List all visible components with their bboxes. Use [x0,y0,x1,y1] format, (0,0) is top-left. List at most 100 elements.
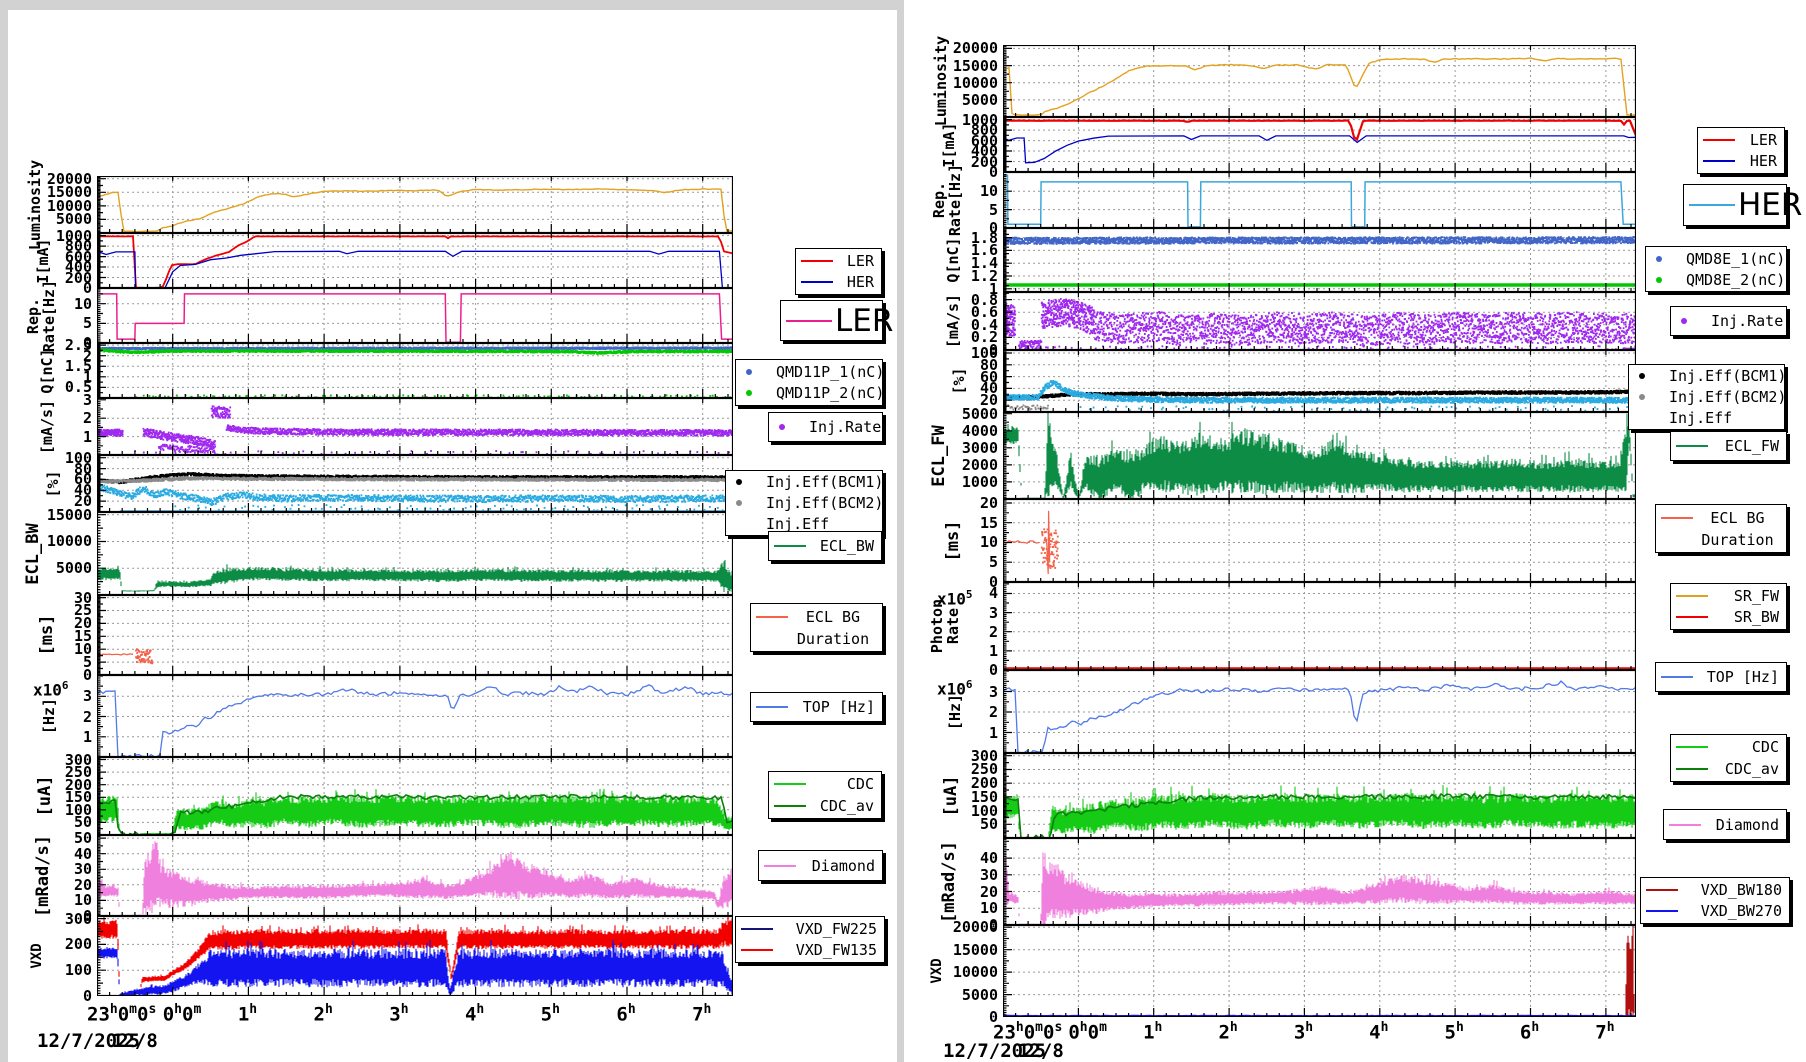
ytick-vxd-right: 15000 [938,942,998,958]
panel-charge-left [97,343,733,398]
ytick-cdc-right: 300 [938,748,998,764]
legend-entry: VXD_BW270 [1643,901,1787,923]
panel-injrate-right [1003,292,1636,350]
legend-line-marker [771,535,809,557]
ylabel-diamond-left: [mRad/s] [35,835,51,917]
panel-cdc-left [97,757,733,835]
xaxis-time-number: 1 [1143,1021,1154,1043]
legend-label: LER [835,303,898,339]
ylabel-cdc-right: [uA] [943,775,959,816]
panel-vxd-left [97,916,733,996]
xaxis-time-unit: h [325,1002,333,1017]
legend-left-1: LER [780,300,883,341]
ylabel-diamond-right: [mRad/s] [941,841,957,923]
legend-entry: LER [1700,129,1782,151]
xaxis-label-right-3: 2h [1218,1020,1237,1043]
legend-line-marker [738,940,776,962]
legend-entry: SR_BW [1673,607,1784,629]
legend-label: Diamond [1704,816,1784,834]
legend-dot-marker [738,361,776,383]
legend-label: SR_BW [1711,608,1784,626]
xaxis-time-unit: h [476,1002,484,1017]
xaxis-time-unit: h [1456,1020,1464,1035]
legend-right-9: CDCCDC_av [1670,734,1787,782]
axis-power-label-photon-right: x105 [937,588,973,608]
xaxis-time-number: 0 [182,1003,193,1025]
legend-label: Inj.Eff(BCM1) [766,473,888,491]
legend-line-marker [1666,814,1704,836]
power-exponent: 6 [62,679,69,692]
legend-label: Inj.Rate [1711,312,1788,330]
legend-left-6: ECL BGDuration [750,603,883,652]
ylabel-injeff-right: [%] [951,367,967,394]
legend-entry: HER [1686,186,1784,224]
panel-injrate-left [97,398,733,455]
xaxis-time-unit: s [148,1002,156,1017]
panel-diamond-left [97,835,733,916]
legend-line-marker [771,795,809,817]
xaxis-time-unit: s [1054,1020,1062,1035]
legend-label: QMD8E_1(nC) [1686,250,1790,268]
power-base: x10 [937,679,966,698]
legend-no-marker [728,513,766,534]
legend-right-6: ECL BGDuration [1655,504,1787,553]
xaxis-label-right-8: 7h [1595,1020,1614,1043]
xaxis-time-number: 4 [465,1003,476,1025]
xaxis-time-number: 0 [1088,1021,1099,1043]
xaxis-time-number: 0 [118,1003,129,1025]
xaxis-time-unit: m [1035,1020,1043,1035]
legend-label: Inj.Eff [766,515,880,533]
legend-entry: VXD_BW180 [1643,879,1787,901]
legend-right-2: QMD8E_1(nC)QMD8E_2(nC) [1645,246,1787,292]
legend-line-marker [753,606,791,628]
xaxis-label-right-4: 3h [1294,1020,1313,1043]
legend-line-marker [738,918,776,940]
legend-line-marker [798,250,836,272]
ytick-ecl_fw-right: 5000 [938,406,998,422]
legend-right-1: HER [1683,184,1787,226]
panel-photon-right [1003,582,1636,670]
legend-entry: QMD8E_1(nC) [1648,248,1784,269]
xaxis-time-unit: m [193,1002,201,1017]
legend-label: Duration [1696,531,1784,549]
xaxis-label-left-7: 6h [616,1002,635,1025]
legend-entry: Inj.Eff(BCM2) [1631,387,1782,408]
legend-label: QMD11P_2(nC) [776,384,889,402]
legend-label: TOP [Hz] [1696,668,1784,686]
panel-cdc-right [1003,753,1636,838]
legend-entry: CDC_av [1673,758,1784,780]
legend-no-marker [1631,407,1669,428]
legend-entry: CDC [771,773,879,795]
legend-dot-marker [1648,269,1686,290]
legend-entry: HER [1700,151,1782,173]
legend-label: HER [836,273,879,291]
legend-label: VXD_BW270 [1681,902,1787,920]
legend-line-marker [1700,129,1738,151]
legend-line-marker [1658,666,1696,688]
ylabel-duration-right: [ms] [945,520,961,561]
legend-dot-marker [728,472,766,493]
panel-current-left [97,233,733,288]
legend-label: Inj.Eff(BCM1) [1669,367,1791,385]
ytick-vxd-right: 5000 [938,987,998,1003]
legend-left-10: VXD_FW225VXD_FW135 [735,916,885,963]
legend-entry: Diamond [1666,814,1784,836]
legend-entry: Inj.Rate [771,416,880,438]
xaxis-time-number: 7 [1595,1021,1606,1043]
ytick-vxd-right: 10000 [938,964,998,980]
xaxis-label-left-4: 3h [389,1002,408,1025]
power-base: x10 [33,680,62,699]
panel-reprate-left [97,288,733,343]
ylabel-ecl_fw-right: ECL_FW [931,425,947,486]
ylabel-injrate-left: [mA/s] [39,399,55,453]
ylabel-ecl_bw-left: ECL_BW [25,523,41,584]
ytick-vxd-left: 300 [32,911,92,927]
xaxis-time-unit: h [401,1002,409,1017]
ytick-duration-left: 30 [32,590,92,606]
xaxis-time-number: 2 [1218,1021,1229,1043]
legend-dot-marker [1631,366,1669,387]
legend-left-8: CDCCDC_av [768,771,882,819]
panel-luminosity-right [1003,45,1636,117]
legend-label: CDC_av [1711,760,1784,778]
legend-entry: ECL BG [753,606,880,628]
